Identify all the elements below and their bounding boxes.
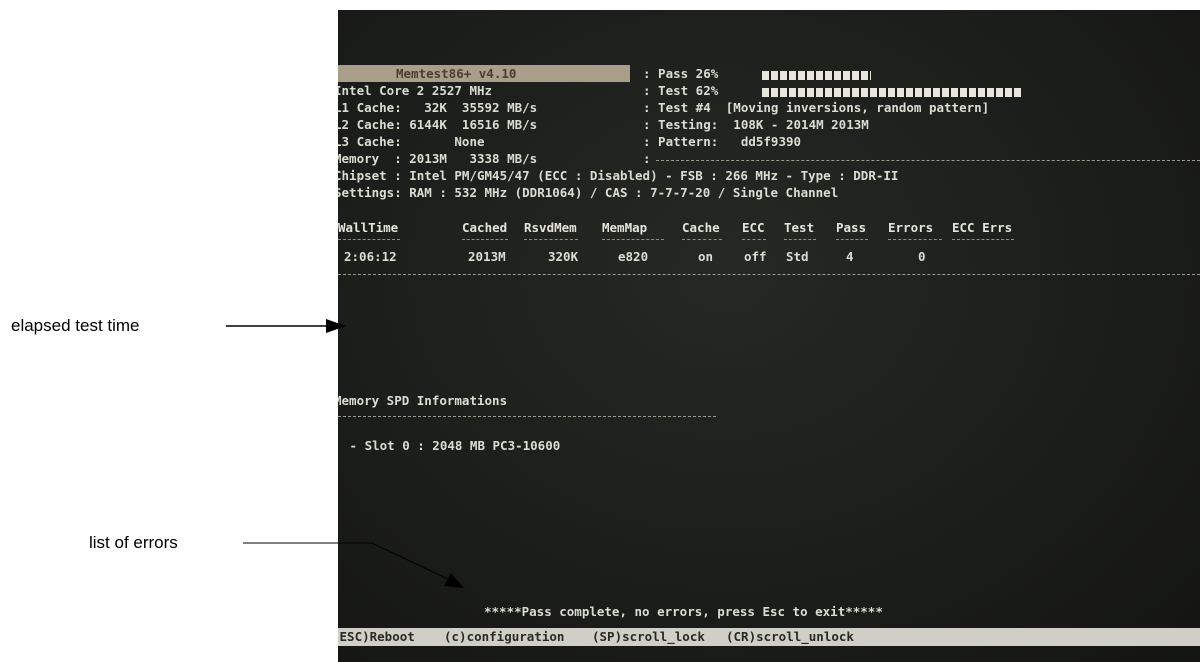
errors-arrow-line [371, 542, 451, 581]
elapsed-arrow-head [326, 319, 346, 333]
errors-arrow-head [444, 573, 464, 588]
annotation-arrows [226, 319, 464, 588]
